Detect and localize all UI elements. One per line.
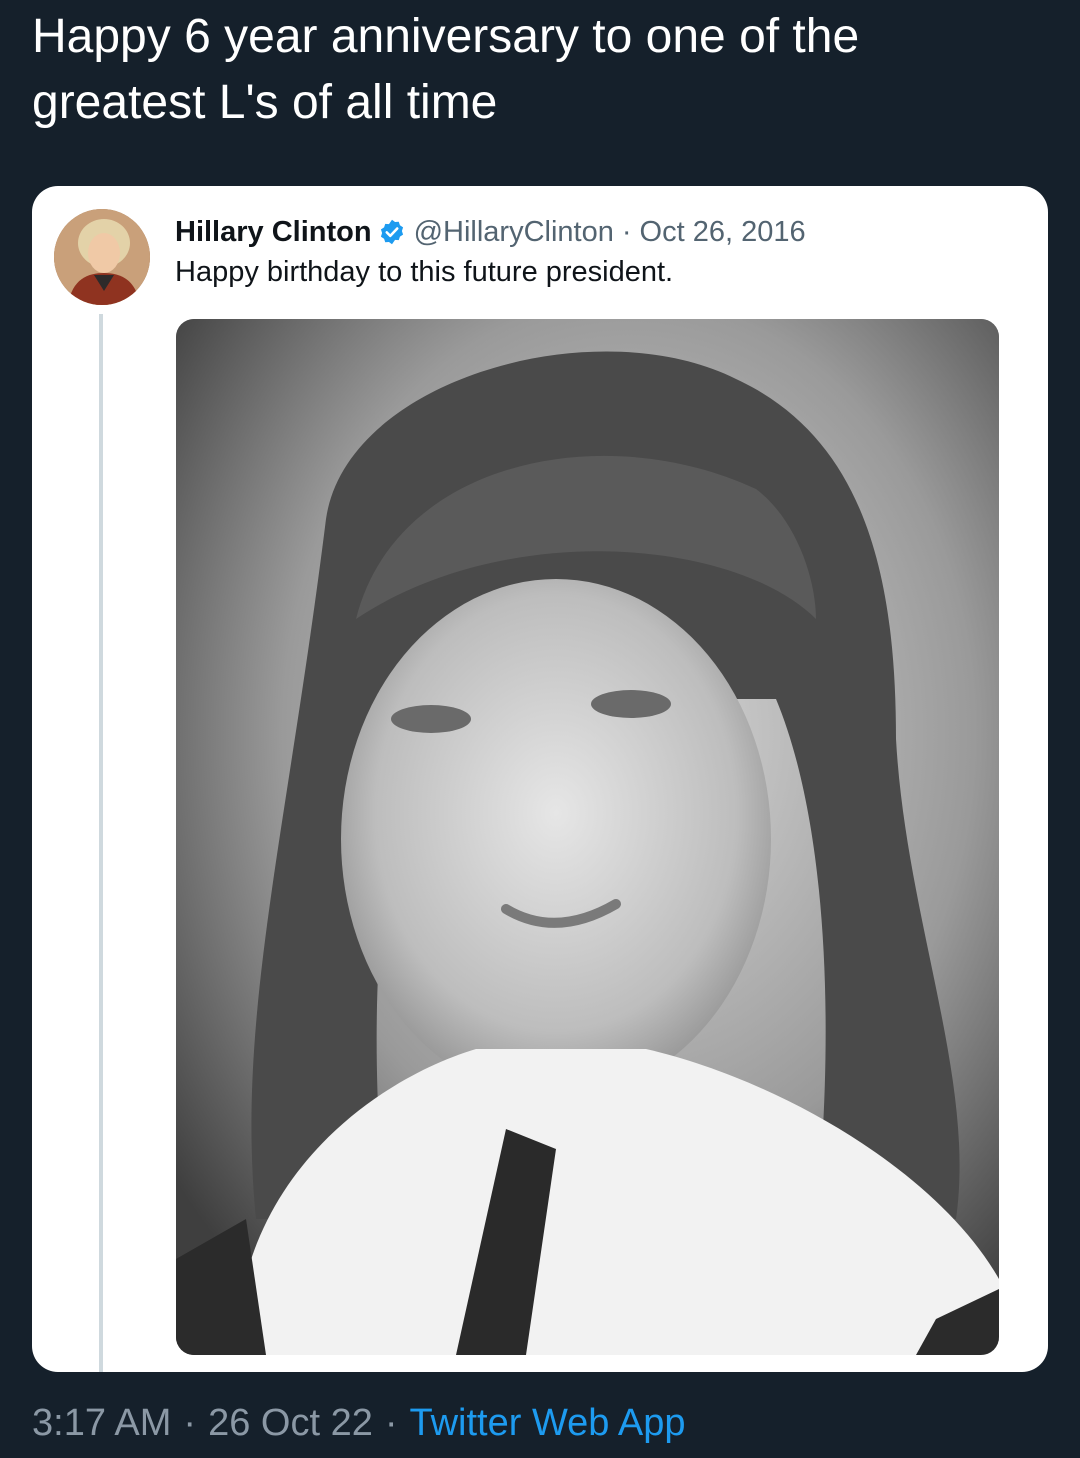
tweet-date[interactable]: 26 Oct 22 xyxy=(208,1402,373,1444)
verified-badge-icon xyxy=(378,218,406,246)
author-handle[interactable]: @HillaryClinton xyxy=(414,216,614,249)
tweet-source-link[interactable]: Twitter Web App xyxy=(410,1402,686,1444)
header-separator: · xyxy=(621,215,632,248)
quoted-tweet-header: Hillary Clinton @HillaryClinton · Oct 26… xyxy=(175,212,806,252)
meta-separator: · xyxy=(183,1402,197,1444)
quoted-tweet-date[interactable]: Oct 26, 2016 xyxy=(640,216,806,249)
tweet-text: Happy 6 year anniversary to one of the g… xyxy=(32,10,860,129)
author-avatar[interactable] xyxy=(54,209,150,305)
quoted-tweet-photo[interactable] xyxy=(176,319,999,1355)
meta-separator: · xyxy=(384,1402,398,1444)
tweet-time[interactable]: 3:17 AM xyxy=(32,1402,171,1444)
quoted-tweet-card[interactable]: Hillary Clinton @HillaryClinton · Oct 26… xyxy=(32,186,1048,1372)
quoted-tweet-text: Happy birthday to this future president. xyxy=(175,256,674,288)
thread-line xyxy=(99,314,103,1372)
tweet-metadata: 3:17 AM · 26 Oct 22 · Twitter Web App xyxy=(32,1402,685,1445)
author-name[interactable]: Hillary Clinton xyxy=(175,216,372,249)
